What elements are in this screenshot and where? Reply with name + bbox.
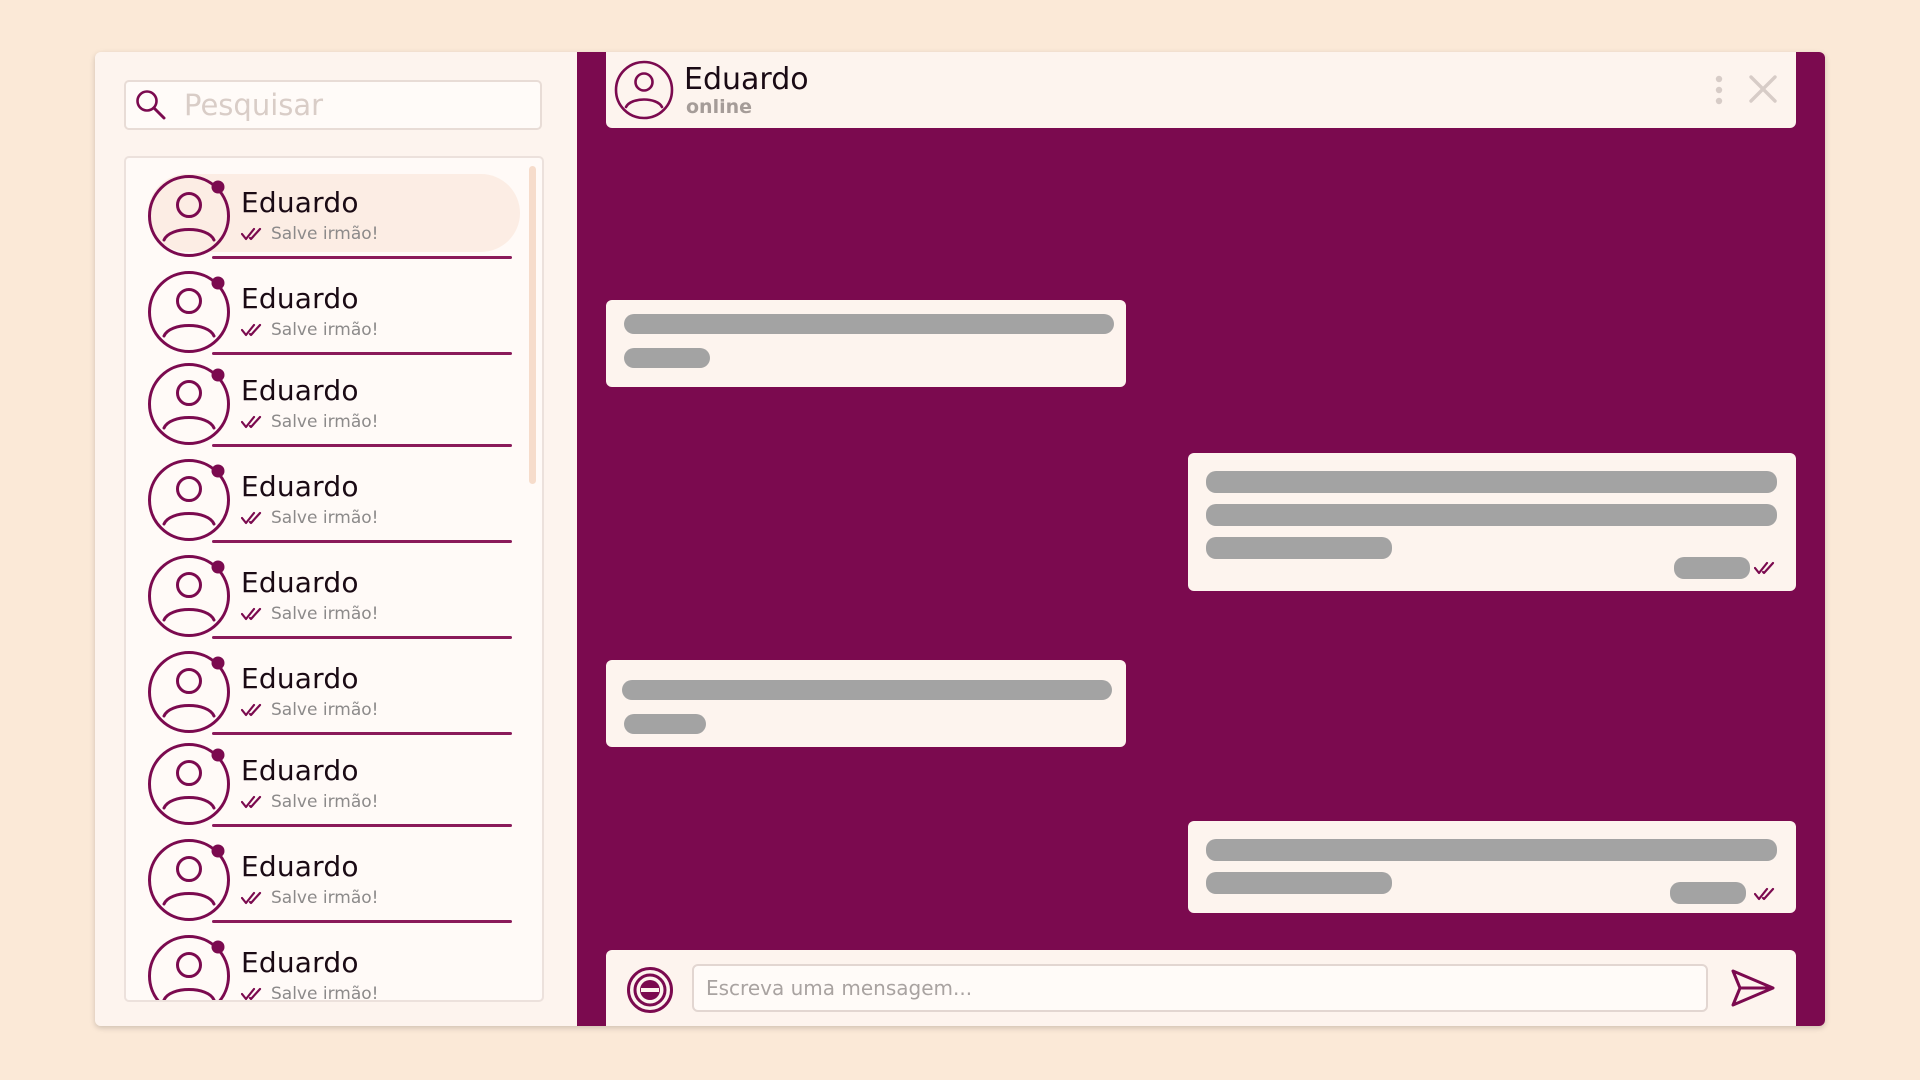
user-avatar-icon xyxy=(148,743,230,825)
contact-preview-text: Salve irmão! xyxy=(271,508,379,528)
message-composer xyxy=(606,950,1796,1026)
contact-preview: Salve irmão! xyxy=(241,700,378,720)
attach-icon[interactable] xyxy=(626,966,674,1014)
contact-divider xyxy=(212,636,512,639)
contact-name: Eduardo xyxy=(241,282,359,315)
contact-item[interactable]: Eduardo Salve irmão! xyxy=(148,838,528,928)
contact-divider xyxy=(212,920,512,923)
sidebar: Eduardo Salve irmão! Eduardo xyxy=(95,52,577,1026)
contact-list[interactable]: Eduardo Salve irmão! Eduardo Salve irmão… xyxy=(124,156,544,1002)
search-icon xyxy=(136,90,166,120)
contact-item[interactable]: Eduardo Salve irmão! xyxy=(148,270,528,360)
message-text-placeholder xyxy=(624,314,1114,334)
contact-preview: Salve irmão! xyxy=(241,508,378,528)
contact-divider xyxy=(212,256,512,259)
contact-preview-text: Salve irmão! xyxy=(271,984,379,1002)
double-check-icon xyxy=(1754,887,1775,901)
close-icon[interactable] xyxy=(1748,74,1778,104)
contact-list-scrollbar[interactable] xyxy=(529,166,536,484)
double-check-icon xyxy=(241,607,262,621)
contact-preview-text: Salve irmão! xyxy=(271,412,379,432)
contact-divider xyxy=(212,732,512,735)
user-avatar-icon xyxy=(148,839,230,921)
message-text-placeholder xyxy=(1206,504,1777,526)
message-text-placeholder xyxy=(1206,872,1392,894)
user-avatar-icon xyxy=(148,555,230,637)
message-sent[interactable] xyxy=(1188,453,1796,591)
user-avatar-icon xyxy=(148,935,230,1000)
double-check-icon xyxy=(241,987,262,1000)
chat-header: Eduardo online xyxy=(606,52,1796,128)
contact-preview-text: Salve irmão! xyxy=(271,700,379,720)
send-icon[interactable] xyxy=(1730,968,1776,1008)
contact-item[interactable]: Eduardo Salve irmão! xyxy=(148,362,528,452)
contact-preview: Salve irmão! xyxy=(241,320,378,340)
chat-contact-name: Eduardo xyxy=(684,62,809,97)
message-input[interactable] xyxy=(692,964,1708,1012)
double-check-icon xyxy=(241,511,262,525)
user-avatar-icon xyxy=(148,459,230,541)
message-received[interactable] xyxy=(606,660,1126,747)
message-sent[interactable] xyxy=(1188,821,1796,913)
message-text-placeholder xyxy=(1206,839,1777,861)
double-check-icon xyxy=(241,891,262,905)
double-check-icon xyxy=(241,703,262,717)
double-check-icon xyxy=(241,323,262,337)
message-time-placeholder xyxy=(624,348,710,368)
contact-divider xyxy=(212,352,512,355)
message-text-placeholder xyxy=(622,680,1112,700)
chat-app-window: Eduardo Salve irmão! Eduardo xyxy=(95,52,1825,1026)
user-avatar-icon xyxy=(148,271,230,353)
double-check-icon xyxy=(241,415,262,429)
contact-name: Eduardo xyxy=(241,754,359,787)
contact-preview: Salve irmão! xyxy=(241,224,378,244)
chat-contact-status: online xyxy=(686,96,753,118)
contact-preview-text: Salve irmão! xyxy=(271,224,379,244)
message-time-placeholder xyxy=(1674,557,1750,579)
vertical-dots-icon[interactable] xyxy=(1714,74,1724,106)
contact-name: Eduardo xyxy=(241,662,359,695)
search-input[interactable] xyxy=(182,87,506,123)
contact-preview-text: Salve irmão! xyxy=(271,604,379,624)
contact-preview-text: Salve irmão! xyxy=(271,888,379,908)
contact-item[interactable]: Eduardo Salve irmão! xyxy=(148,650,528,740)
contact-item[interactable]: Eduardo Salve irmão! xyxy=(148,174,528,264)
contact-divider xyxy=(212,540,512,543)
contact-name: Eduardo xyxy=(241,374,359,407)
search-box[interactable] xyxy=(124,80,542,130)
user-avatar-icon xyxy=(148,363,230,445)
user-avatar-icon xyxy=(148,175,230,257)
contact-name: Eduardo xyxy=(241,566,359,599)
contact-preview: Salve irmão! xyxy=(241,412,378,432)
contact-name: Eduardo xyxy=(241,470,359,503)
contact-preview-text: Salve irmão! xyxy=(271,320,379,340)
contact-name: Eduardo xyxy=(241,186,359,219)
double-check-icon xyxy=(1754,561,1775,575)
contact-preview: Salve irmão! xyxy=(241,792,378,812)
message-time-placeholder xyxy=(624,714,706,734)
contact-preview: Salve irmão! xyxy=(241,888,378,908)
double-check-icon xyxy=(241,227,262,241)
contact-divider xyxy=(212,444,512,447)
contact-preview-text: Salve irmão! xyxy=(271,792,379,812)
contact-item[interactable]: Eduardo Salve irmão! xyxy=(148,554,528,644)
user-avatar-icon xyxy=(148,651,230,733)
contact-divider xyxy=(212,824,512,827)
contact-item[interactable]: Eduardo Salve irmão! xyxy=(148,458,528,548)
user-avatar-icon[interactable] xyxy=(614,60,674,120)
contact-item[interactable]: Eduardo Salve irmão! xyxy=(148,742,528,832)
contact-preview: Salve irmão! xyxy=(241,604,378,624)
double-check-icon xyxy=(241,795,262,809)
contact-item[interactable]: Eduardo Salve irmão! xyxy=(148,934,528,1002)
contact-preview: Salve irmão! xyxy=(241,984,379,1002)
contact-name: Eduardo xyxy=(241,946,359,979)
message-text-placeholder xyxy=(1206,471,1777,493)
message-time-placeholder xyxy=(1670,882,1746,904)
message-text-placeholder xyxy=(1206,537,1392,559)
chat-panel: Eduardo online xyxy=(577,52,1825,1026)
contact-name: Eduardo xyxy=(241,850,359,883)
message-received[interactable] xyxy=(606,300,1126,387)
